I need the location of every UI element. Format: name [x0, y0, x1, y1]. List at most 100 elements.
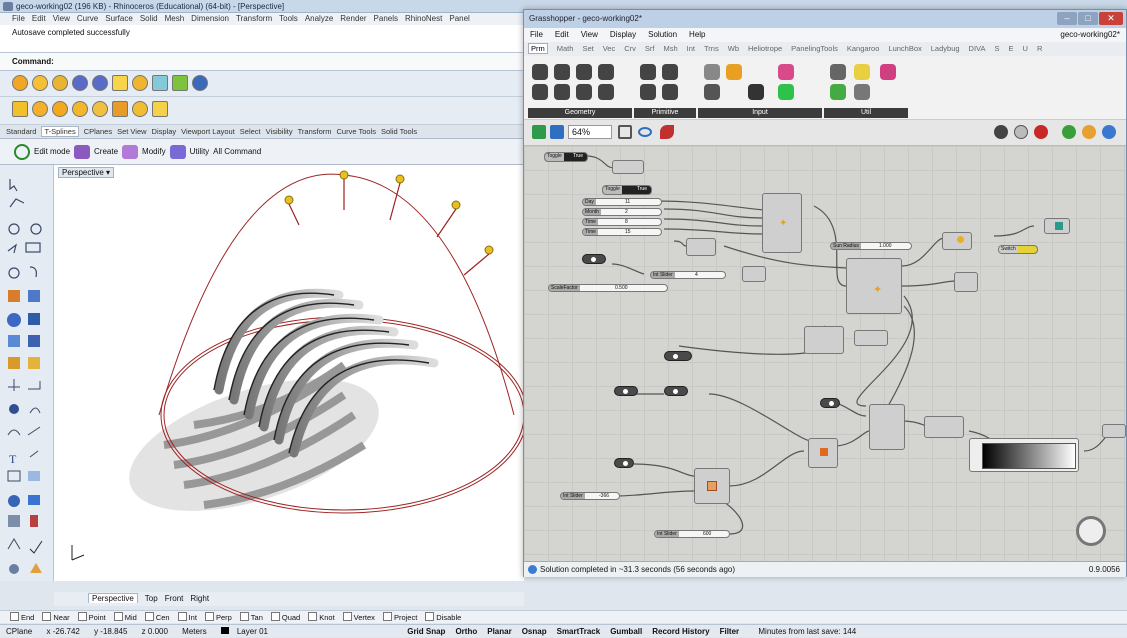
render-settings-icon[interactable]	[72, 75, 88, 91]
rhino-menu-file[interactable]: File	[12, 14, 25, 23]
move-icon[interactable]	[8, 379, 20, 391]
close-button[interactable]: ✕	[1099, 12, 1123, 25]
save-icon[interactable]	[550, 125, 564, 139]
render-icon[interactable]	[12, 75, 28, 91]
maximize-button[interactable]: □	[1078, 12, 1098, 25]
gh-canvas[interactable]: Toggle True Toggle True Day 11 Month 2 T…	[524, 146, 1126, 561]
sphere-icon[interactable]	[7, 313, 21, 327]
circle-param-icon[interactable]	[598, 64, 614, 80]
gh-tab-heliotrope[interactable]: Heliotrope	[748, 44, 782, 53]
circle-icon[interactable]	[8, 223, 20, 235]
gh-doc-name[interactable]: geco-working02*	[1060, 28, 1120, 42]
mesh-icon[interactable]	[8, 335, 20, 347]
power-icon[interactable]	[14, 143, 30, 160]
gh-tab-math[interactable]: Math	[557, 44, 574, 53]
minimize-button[interactable]: –	[1057, 12, 1077, 25]
toggle-icon[interactable]	[704, 64, 720, 80]
arc-icon[interactable]	[7, 243, 17, 254]
text-tool-icon[interactable]: T	[9, 452, 17, 466]
gh-menu-solution[interactable]: Solution	[648, 30, 677, 39]
osnap-perp[interactable]: Perp	[205, 613, 232, 622]
view-tab-perspective[interactable]: Perspective	[88, 593, 138, 603]
swatch-icon[interactable]	[778, 84, 794, 100]
preview-selected-icon[interactable]	[1034, 125, 1048, 139]
multiply-node[interactable]	[808, 438, 838, 468]
surface-param-icon[interactable]	[554, 84, 570, 100]
utility-icon[interactable]	[169, 144, 186, 159]
gh-tab-srf[interactable]: Srf	[645, 44, 655, 53]
geco-sun-node[interactable]: ✦	[762, 193, 802, 253]
gh-tab-crv[interactable]: Crv	[624, 44, 636, 53]
analyze-icon[interactable]	[9, 404, 19, 414]
switch-node[interactable]: Switch	[998, 245, 1038, 254]
rhino-menu-panels[interactable]: Panels	[374, 14, 398, 23]
zoom-extents-icon[interactable]	[618, 125, 632, 139]
osnap-vertex[interactable]: Vertex	[343, 613, 375, 622]
status-layer[interactable]: Layer 01	[215, 625, 280, 638]
deconstruct-node[interactable]	[854, 330, 888, 346]
tsb-modify[interactable]: Modify	[142, 147, 166, 156]
rhino-tab-select[interactable]: Select	[240, 127, 261, 136]
polyline-icon[interactable]	[9, 198, 25, 208]
rhino-menu-mesh[interactable]: Mesh	[165, 14, 185, 23]
group-icon[interactable]	[28, 471, 40, 481]
rhino-tab-set-view[interactable]: Set View	[117, 127, 146, 136]
gh-tab-vec[interactable]: Vec	[603, 44, 616, 53]
evaluate-node[interactable]	[804, 326, 844, 354]
rotate-icon[interactable]	[29, 407, 41, 414]
status-toggle-record-history[interactable]: Record History	[647, 625, 714, 638]
scale-factor-slider[interactable]: ScaleFactor 0.500	[548, 284, 668, 292]
sun-icon[interactable]	[32, 75, 48, 91]
status-toggle-grid-snap[interactable]: Grid Snap	[402, 625, 450, 638]
rhino-tab-cplanes[interactable]: CPlanes	[84, 127, 112, 136]
day-slider[interactable]: Day 11	[582, 198, 662, 206]
panel-toggle-6[interactable]	[614, 458, 634, 468]
flask-icon[interactable]	[880, 64, 896, 80]
open-icon[interactable]	[532, 125, 546, 139]
vector-param-icon[interactable]	[576, 64, 592, 80]
rhino-menu-view[interactable]: View	[53, 14, 70, 23]
int-slider-3[interactable]: Int Slider 600	[654, 530, 730, 538]
options-icon[interactable]	[9, 564, 19, 574]
gradient-icon[interactable]	[778, 64, 794, 80]
render-view-icon[interactable]	[8, 495, 20, 507]
surface-icon[interactable]	[8, 290, 20, 302]
grid-icon[interactable]	[8, 515, 20, 527]
gradient-node[interactable]	[969, 438, 1079, 472]
status-toggle-filter[interactable]: Filter	[715, 625, 745, 638]
point-light-icon[interactable]	[52, 101, 68, 117]
panel-toggle-5[interactable]	[820, 398, 840, 408]
zoom-field[interactable]: 64%	[568, 125, 612, 139]
osnap-end[interactable]: End	[10, 613, 34, 622]
sun-radius-slider[interactable]: Sun Radius 1.000	[830, 242, 912, 250]
time-slider[interactable]: Time 8	[582, 218, 662, 226]
gh-tab-diva[interactable]: DIVA	[969, 44, 986, 53]
properties-icon[interactable]	[30, 515, 38, 527]
render-rt-icon[interactable]	[92, 75, 108, 91]
gh-tab-e[interactable]: E	[1009, 44, 1014, 53]
perspective-viewport[interactable]	[54, 165, 524, 581]
analyze-check-icon[interactable]	[29, 540, 43, 554]
scale-icon[interactable]	[27, 426, 41, 436]
gh-menu-file[interactable]: File	[530, 30, 543, 39]
osnap-mid[interactable]: Mid	[114, 613, 137, 622]
loft-icon[interactable]	[28, 357, 40, 369]
command-prompt[interactable]: Command:	[0, 53, 530, 71]
gh-tab-r[interactable]: R	[1037, 44, 1042, 53]
curve-icon[interactable]	[29, 266, 37, 278]
status-toggle-ortho[interactable]: Ortho	[450, 625, 482, 638]
series-node[interactable]	[742, 266, 766, 282]
text-param-icon[interactable]	[662, 84, 678, 100]
solid-icon[interactable]	[28, 335, 40, 347]
rhino-tab-solid-tools[interactable]: Solid Tools	[381, 127, 417, 136]
status-cplane[interactable]: CPlane	[0, 625, 38, 638]
osnap-project[interactable]: Project	[383, 613, 417, 622]
rhino-tab-standard[interactable]: Standard	[6, 127, 36, 136]
bake-icon[interactable]	[1062, 125, 1076, 139]
panel-toggle-1[interactable]	[582, 254, 606, 264]
spot-icon[interactable]	[132, 101, 148, 117]
gradient-bar[interactable]	[982, 443, 1076, 469]
sketch-icon[interactable]	[660, 125, 674, 139]
preview-wire-icon[interactable]	[994, 125, 1008, 139]
brep-param-icon[interactable]	[576, 84, 592, 100]
